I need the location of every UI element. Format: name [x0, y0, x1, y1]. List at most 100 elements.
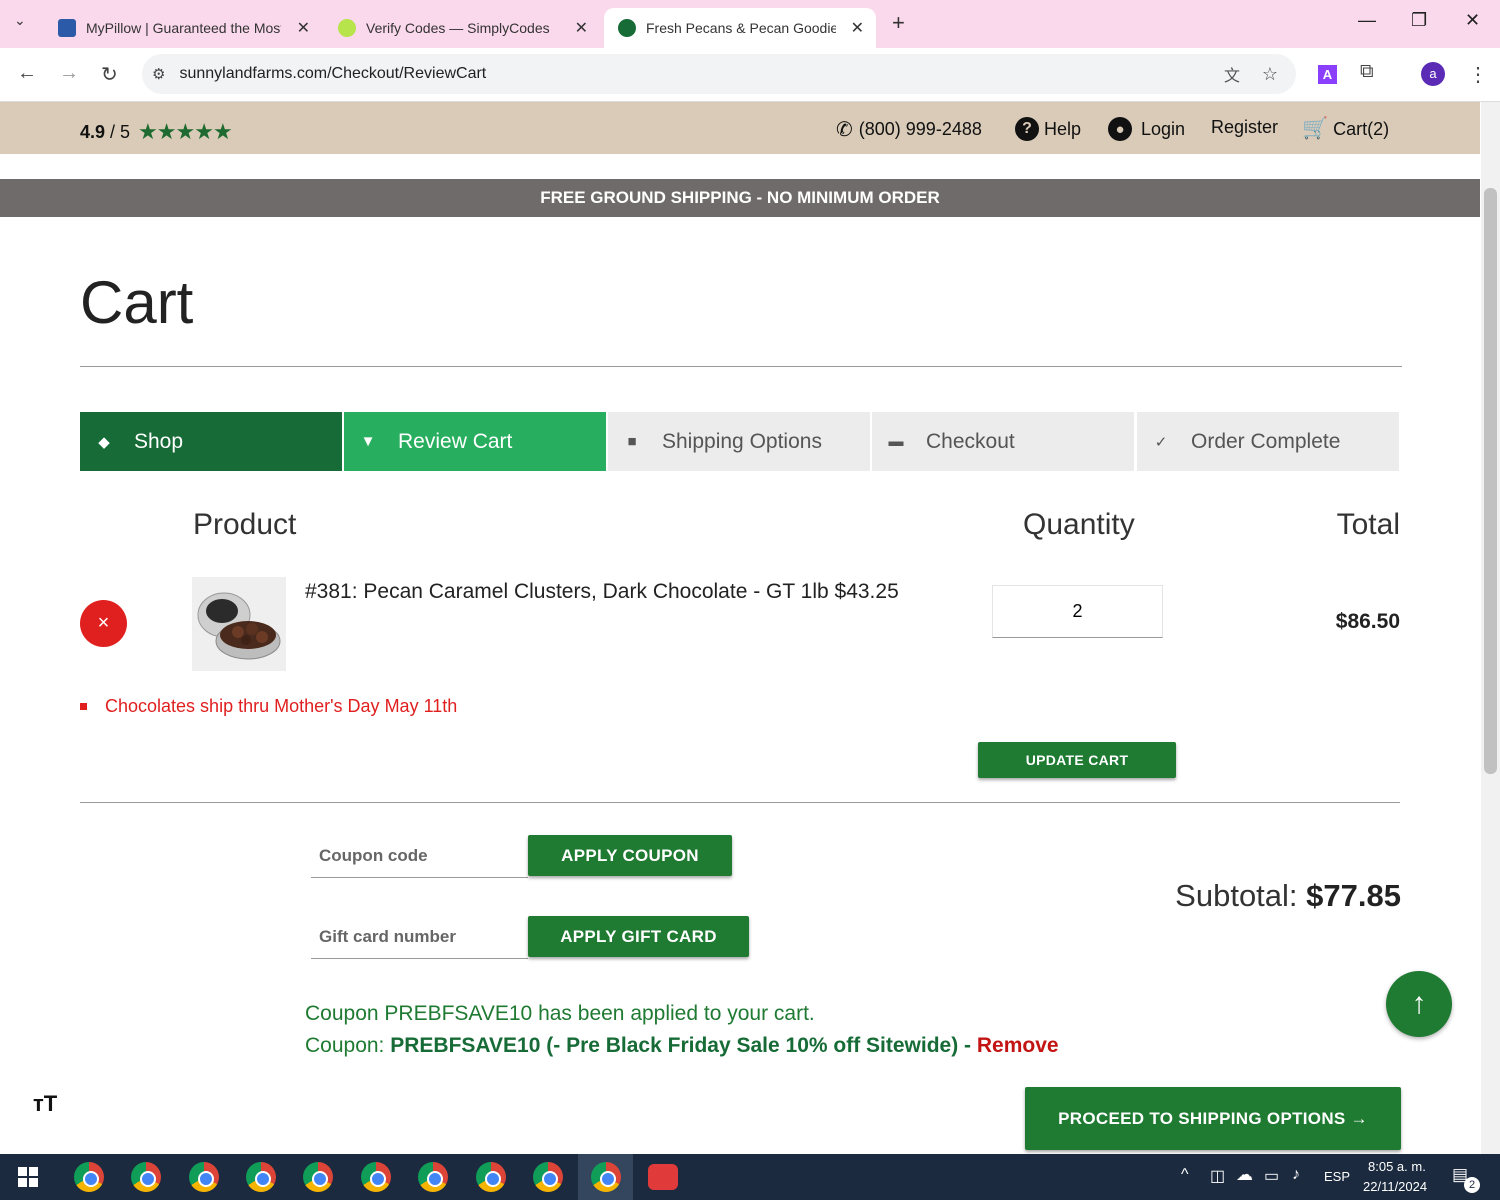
close-tab-icon[interactable]: ✕	[297, 18, 310, 38]
clock-date[interactable]: 22/11/2024	[1363, 1179, 1427, 1194]
tab-sunnyland[interactable]: Fresh Pecans & Pecan Goodies ✕	[604, 8, 876, 48]
tab-list-icon[interactable]: ⌄	[14, 12, 26, 29]
windows-taskbar: ^ ◫ ☁ ▭ ♪ ESP 8:05 a. m. 22/11/2024 ▤ 2	[0, 1154, 1500, 1200]
clock-time[interactable]: 8:05 a. m.	[1368, 1159, 1426, 1174]
shipping-notice: Chocolates ship thru Mother's Day May 11…	[80, 696, 457, 717]
coupon-applied-message: Coupon PREBFSAVE10 has been applied to y…	[305, 1002, 815, 1025]
rating-suffix: / 5	[110, 121, 131, 142]
step-label: Checkout	[926, 429, 1015, 453]
proceed-to-shipping-button[interactable]: PROCEED TO SHIPPING OPTIONS →	[1025, 1087, 1401, 1150]
sunnyland-favicon-icon	[618, 19, 636, 37]
login-label: Login	[1141, 118, 1186, 139]
product-thumbnail[interactable]	[192, 577, 286, 671]
tray-app-icon[interactable]: ◫	[1210, 1166, 1225, 1186]
step-label: Shop	[134, 429, 184, 453]
site-top-bar: 4.9 / 5 ★★★★★ ✆ (800) 999-2488 ? Help ● …	[0, 102, 1480, 154]
rating-value: 4.9	[80, 121, 106, 142]
translate-icon[interactable]: 文	[1224, 62, 1240, 86]
step-review-cart[interactable]: ▼ Review Cart	[344, 412, 606, 471]
step-shop[interactable]: ◆ Shop	[80, 412, 342, 471]
tab-title: Verify Codes — SimplyCodes	[366, 20, 550, 36]
close-tab-icon[interactable]: ✕	[575, 18, 588, 38]
chrome-profile-icon[interactable]	[74, 1162, 104, 1192]
quantity-input[interactable]	[992, 585, 1163, 638]
register-link[interactable]: Register	[1211, 117, 1278, 138]
minimize-icon[interactable]: —	[1358, 10, 1376, 31]
text-size-icon[interactable]: ᴛT	[33, 1091, 57, 1117]
reload-icon[interactable]: ↻	[101, 62, 118, 87]
step-order-complete: ✓ Order Complete	[1137, 412, 1399, 471]
chrome-active-icon[interactable]	[591, 1162, 621, 1192]
chrome-profile-icon[interactable]	[418, 1162, 448, 1192]
forward-icon[interactable]: →	[59, 62, 79, 85]
windows-start-icon[interactable]	[18, 1167, 38, 1187]
profile-avatar[interactable]: a	[1421, 62, 1445, 86]
product-name[interactable]: #381: Pecan Caramel Clusters, Dark Choco…	[305, 580, 899, 604]
app-red-icon[interactable]	[648, 1164, 678, 1190]
login-link[interactable]: ● Login	[1108, 117, 1185, 141]
scrollbar-thumb[interactable]	[1484, 188, 1497, 774]
page-scrollbar[interactable]	[1481, 102, 1500, 1154]
new-tab-button[interactable]: +	[892, 10, 905, 36]
chrome-profile-icon[interactable]	[246, 1162, 276, 1192]
column-header-quantity: Quantity	[1023, 508, 1135, 541]
tab-mypillow[interactable]: MyPillow | Guaranteed the Most Comfortab…	[44, 8, 322, 48]
help-icon: ?	[1015, 117, 1039, 141]
close-window-icon[interactable]: ✕	[1465, 10, 1480, 31]
chrome-profile-icon[interactable]	[361, 1162, 391, 1192]
site-info-icon[interactable]: ⚙	[152, 65, 165, 83]
chrome-profile-icon[interactable]	[533, 1162, 563, 1192]
remove-coupon-link[interactable]: Remove	[977, 1034, 1059, 1057]
phone-link[interactable]: ✆ (800) 999-2488	[836, 117, 982, 142]
credit-card-icon: ▬	[888, 433, 904, 450]
shipping-banner: FREE GROUND SHIPPING - NO MINIMUM ORDER	[0, 179, 1480, 217]
restore-icon[interactable]: ❐	[1411, 10, 1427, 31]
coupon-summary: Coupon: PREBFSAVE10 (- Pre Black Friday …	[305, 1034, 1059, 1058]
step-checkout: ▬ Checkout	[872, 412, 1134, 471]
extension-a-icon[interactable]: A	[1318, 65, 1337, 84]
tab-simplycodes[interactable]: Verify Codes — SimplyCodes ✕	[324, 8, 600, 48]
coupon-code-input[interactable]: Coupon code	[311, 832, 528, 878]
apply-coupon-button[interactable]: APPLY COUPON	[528, 835, 732, 876]
phone-number: (800) 999-2488	[858, 119, 982, 139]
tray-chevron-icon[interactable]: ^	[1181, 1166, 1189, 1184]
section-divider	[80, 802, 1400, 803]
title-divider	[80, 366, 1402, 367]
chrome-profile-icon[interactable]	[476, 1162, 506, 1192]
volume-icon[interactable]: ♪	[1292, 1166, 1300, 1184]
rating-stars-icon: ★★★★★	[138, 119, 233, 144]
checkmark-icon: ✓	[1154, 433, 1168, 451]
extensions-puzzle-icon[interactable]: ⧉	[1360, 61, 1374, 83]
chrome-profile-icon[interactable]	[189, 1162, 219, 1192]
remove-item-button[interactable]: ×	[80, 600, 127, 647]
onedrive-icon[interactable]: ☁	[1236, 1165, 1253, 1185]
truck-icon: ■	[627, 433, 637, 450]
cart-icon: ▼	[360, 433, 376, 450]
address-bar[interactable]: ⚙ sunnylandfarms.com/Checkout/ReviewCart…	[142, 54, 1296, 94]
step-label: Review Cart	[398, 429, 513, 453]
apply-gift-card-button[interactable]: APPLY GIFT CARD	[528, 916, 749, 957]
browser-menu-icon[interactable]: ⋮	[1468, 62, 1488, 87]
update-cart-button[interactable]: UPDATE CART	[978, 742, 1176, 778]
scroll-to-top-button[interactable]: ↑	[1386, 971, 1452, 1037]
cart-link[interactable]: 🛒 Cart(2)	[1302, 117, 1389, 141]
chrome-profile-icon[interactable]	[303, 1162, 333, 1192]
bookmark-star-icon[interactable]: ☆	[1262, 64, 1278, 85]
chrome-profile-icon[interactable]	[131, 1162, 161, 1192]
close-tab-icon[interactable]: ✕	[851, 18, 864, 38]
gift-card-input[interactable]: Gift card number	[311, 913, 528, 959]
column-header-total: Total	[1336, 508, 1400, 541]
help-link[interactable]: ? Help	[1015, 117, 1081, 141]
url-text: sunnylandfarms.com/Checkout/ReviewCart	[179, 65, 487, 82]
tab-title: MyPillow | Guaranteed the Most Comfortab…	[86, 20, 281, 36]
line-item-total: $86.50	[1335, 610, 1400, 633]
simplycodes-favicon-icon	[338, 19, 356, 37]
step-label: Order Complete	[1191, 429, 1341, 453]
bullet-icon	[80, 703, 87, 710]
help-label: Help	[1044, 118, 1082, 139]
notice-text: Chocolates ship thru Mother's Day May 11…	[105, 696, 458, 716]
network-icon[interactable]: ▭	[1264, 1166, 1279, 1186]
back-icon[interactable]: ←	[17, 62, 37, 85]
mypillow-favicon-icon	[58, 19, 76, 37]
language-indicator[interactable]: ESP	[1324, 1169, 1350, 1184]
